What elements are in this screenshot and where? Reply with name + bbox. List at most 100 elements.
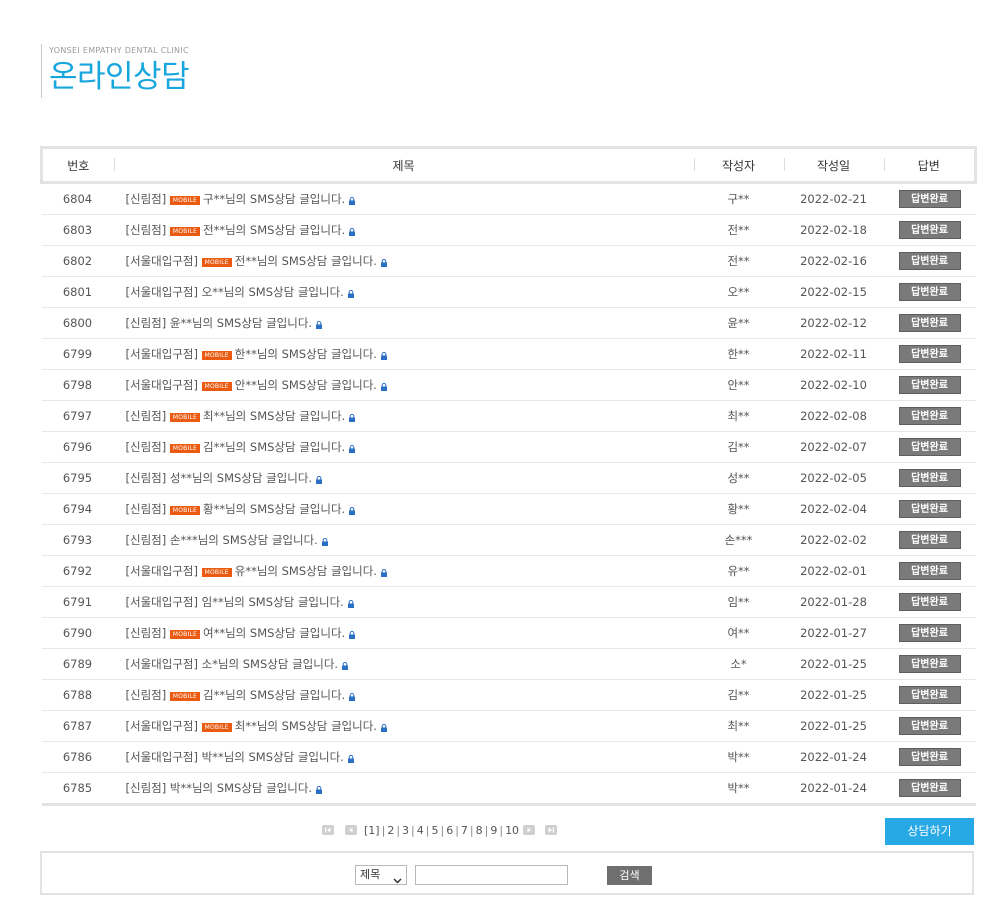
post-date: 2022-02-08 <box>783 400 884 432</box>
post-subject[interactable]: [신림점] 성**님의 SMS상담 글입니다. <box>113 462 694 494</box>
post-subject[interactable]: [신림점] MOBILE 김**님의 SMS상담 글입니다. <box>113 679 694 711</box>
post-subject[interactable]: [서울대입구점] 임**님의 SMS상담 글입니다. <box>113 586 694 618</box>
post-title[interactable]: 박**님의 SMS상담 글입니다. <box>202 750 344 764</box>
post-title[interactable]: 전**님의 SMS상담 글입니다. <box>203 223 345 237</box>
table-row: 6798 [서울대입구점] MOBILE 안**님의 SMS상담 글입니다. 안** 2… <box>41 369 976 401</box>
page-link[interactable]: 2 <box>387 824 394 837</box>
post-title[interactable]: 오**님의 SMS상담 글입니다. <box>202 285 344 299</box>
page-link[interactable]: 4 <box>417 824 424 837</box>
next-page-icon[interactable] <box>522 825 535 835</box>
post-title[interactable]: 최**님의 SMS상담 글입니다. <box>235 719 377 733</box>
mobile-badge: MOBILE <box>201 382 232 391</box>
post-answer: 답변완료 <box>883 648 976 680</box>
page-current[interactable]: [1] <box>364 824 380 837</box>
post-title[interactable]: 임**님의 SMS상담 글입니다. <box>202 595 344 609</box>
post-number: 6801 <box>41 276 114 308</box>
post-title[interactable]: 최**님의 SMS상담 글입니다. <box>203 409 345 423</box>
answer-complete-button[interactable]: 답변완료 <box>898 469 961 487</box>
answer-complete-button[interactable]: 답변완료 <box>898 407 961 425</box>
table-row: 6790 [신림점] MOBILE 여**님의 SMS상담 글입니다. 여** 2022… <box>41 617 976 649</box>
answer-complete-button[interactable]: 답변완료 <box>898 624 961 642</box>
mobile-badge: MOBILE <box>201 723 232 732</box>
post-number: 6793 <box>41 524 114 556</box>
post-author: 김** <box>693 679 784 711</box>
post-subject[interactable]: [서울대입구점] MOBILE 전**님의 SMS상담 글입니다. <box>113 245 694 277</box>
answer-complete-button[interactable]: 답변완료 <box>898 562 961 580</box>
post-title[interactable]: 소*님의 SMS상담 글입니다. <box>202 657 338 671</box>
post-title[interactable]: 성**님의 SMS상담 글입니다. <box>170 471 312 485</box>
answer-complete-button[interactable]: 답변완료 <box>898 717 961 735</box>
post-title[interactable]: 윤**님의 SMS상담 글입니다. <box>170 316 312 330</box>
answer-complete-button[interactable]: 답변완료 <box>898 252 961 270</box>
search-field-select[interactable]: 제목 <box>355 865 407 885</box>
page-link[interactable]: 3 <box>402 824 409 837</box>
post-subject[interactable]: [신림점] 박**님의 SMS상담 글입니다. <box>113 772 694 806</box>
post-subject[interactable]: [신림점] MOBILE 여**님의 SMS상담 글입니다. <box>113 617 694 649</box>
post-title[interactable]: 황**님의 SMS상담 글입니다. <box>203 502 345 516</box>
post-title[interactable]: 유**님의 SMS상담 글입니다. <box>235 564 377 578</box>
post-date: 2022-02-21 <box>783 182 884 215</box>
answer-complete-button[interactable]: 답변완료 <box>898 190 961 208</box>
post-number: 6791 <box>41 586 114 618</box>
post-subject[interactable]: [신림점] 윤**님의 SMS상담 글입니다. <box>113 307 694 339</box>
page-link[interactable]: 8 <box>476 824 483 837</box>
answer-complete-button[interactable]: 답변완료 <box>898 283 961 301</box>
consult-button[interactable]: 상담하기 <box>885 818 974 845</box>
answer-complete-button[interactable]: 답변완료 <box>898 593 961 611</box>
lock-icon <box>342 659 349 670</box>
post-subject[interactable]: [신림점] MOBILE 김**님의 SMS상담 글입니다. <box>113 431 694 463</box>
page-link[interactable]: 5 <box>431 824 438 837</box>
answer-complete-button[interactable]: 답변완료 <box>898 376 961 394</box>
last-page-icon[interactable] <box>545 825 558 835</box>
post-subject[interactable]: [서울대입구점] 오**님의 SMS상담 글입니다. <box>113 276 694 308</box>
answer-complete-button[interactable]: 답변완료 <box>898 221 961 239</box>
post-title[interactable]: 한**님의 SMS상담 글입니다. <box>235 347 377 361</box>
search-button[interactable]: 검색 <box>607 866 652 885</box>
post-title[interactable]: 손***님의 SMS상담 글입니다. <box>170 533 318 547</box>
answer-complete-button[interactable]: 답변완료 <box>898 655 961 673</box>
table-body: 6804 [신림점] MOBILE 구**님의 SMS상담 글입니다. 구** 2022… <box>41 182 976 806</box>
post-title[interactable]: 전**님의 SMS상담 글입니다. <box>235 254 377 268</box>
answer-complete-button[interactable]: 답변완료 <box>898 314 961 332</box>
post-title[interactable]: 김**님의 SMS상담 글입니다. <box>203 688 345 702</box>
lock-icon <box>380 256 387 267</box>
answer-complete-button[interactable]: 답변완료 <box>898 345 961 363</box>
post-subject[interactable]: [신림점] MOBILE 전**님의 SMS상담 글입니다. <box>113 214 694 246</box>
post-title[interactable]: 구**님의 SMS상담 글입니다. <box>203 192 345 206</box>
post-subject[interactable]: [신림점] 손***님의 SMS상담 글입니다. <box>113 524 694 556</box>
page-link[interactable]: 9 <box>490 824 497 837</box>
post-subject[interactable]: [서울대입구점] 박**님의 SMS상담 글입니다. <box>113 741 694 773</box>
answer-complete-button[interactable]: 답변완료 <box>898 500 961 518</box>
post-title[interactable]: 안**님의 SMS상담 글입니다. <box>235 378 377 392</box>
prev-page-icon[interactable] <box>344 825 357 835</box>
post-subject[interactable]: [서울대입구점] 소*님의 SMS상담 글입니다. <box>113 648 694 680</box>
page-link[interactable]: 7 <box>461 824 468 837</box>
post-title[interactable]: 박**님의 SMS상담 글입니다. <box>170 781 312 795</box>
post-number: 6788 <box>41 679 114 711</box>
page-link[interactable]: 6 <box>446 824 453 837</box>
post-subject[interactable]: [서울대입구점] MOBILE 안**님의 SMS상담 글입니다. <box>113 369 694 401</box>
lock-icon <box>316 473 323 484</box>
answer-complete-button[interactable]: 답변완료 <box>898 779 961 797</box>
answer-complete-button[interactable]: 답변완료 <box>898 438 961 456</box>
lock-icon <box>349 628 356 639</box>
post-subject[interactable]: [신림점] MOBILE 구**님의 SMS상담 글입니다. <box>113 182 694 215</box>
post-subject[interactable]: [신림점] MOBILE 최**님의 SMS상담 글입니다. <box>113 400 694 432</box>
answer-complete-button[interactable]: 답변완료 <box>898 686 961 704</box>
page-link[interactable]: 10 <box>505 824 519 837</box>
post-author: 성** <box>693 462 784 494</box>
search-input[interactable] <box>415 865 568 885</box>
post-subject[interactable]: [서울대입구점] MOBILE 최**님의 SMS상담 글입니다. <box>113 710 694 742</box>
post-subject[interactable]: [서울대입구점] MOBILE 한**님의 SMS상담 글입니다. <box>113 338 694 370</box>
answer-complete-button[interactable]: 답변완료 <box>898 748 961 766</box>
branch-label: [신림점] <box>125 316 167 330</box>
post-date: 2022-01-25 <box>783 710 884 742</box>
post-title[interactable]: 여**님의 SMS상담 글입니다. <box>203 626 345 640</box>
post-title[interactable]: 김**님의 SMS상담 글입니다. <box>203 440 345 454</box>
lock-icon <box>380 349 387 360</box>
post-subject[interactable]: [신림점] MOBILE 황**님의 SMS상담 글입니다. <box>113 493 694 525</box>
answer-complete-button[interactable]: 답변완료 <box>898 531 961 549</box>
brand-name: YONSEI EMPATHY DENTAL CLINIC <box>49 46 189 55</box>
first-page-icon[interactable] <box>322 825 334 835</box>
post-subject[interactable]: [서울대입구점] MOBILE 유**님의 SMS상담 글입니다. <box>113 555 694 587</box>
